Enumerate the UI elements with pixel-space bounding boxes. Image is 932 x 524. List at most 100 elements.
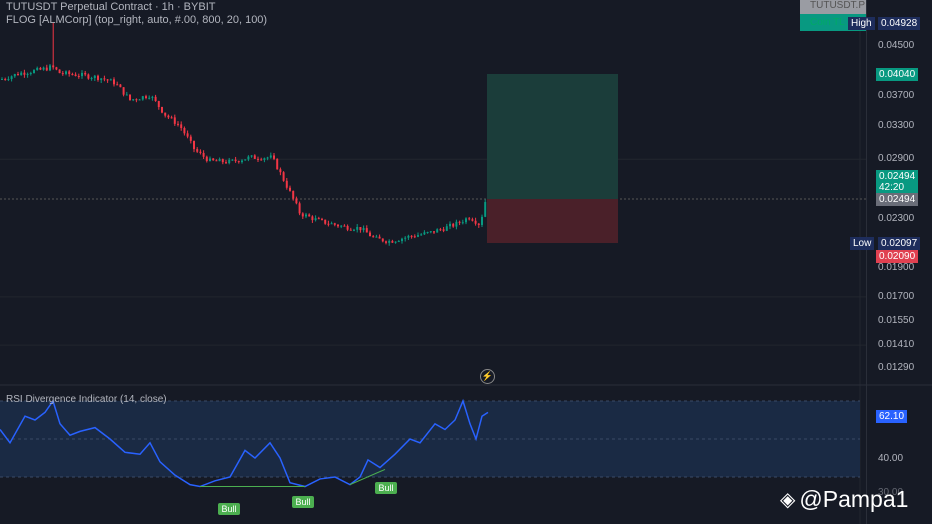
- candle-body: [308, 214, 311, 217]
- candle-body: [381, 238, 384, 242]
- candle-body: [247, 156, 250, 160]
- candle-body: [452, 223, 455, 227]
- price-tick: 0.01290: [878, 362, 915, 373]
- candle-body: [484, 202, 487, 217]
- low-value: 0.02097: [878, 237, 921, 250]
- candle-body: [170, 117, 173, 119]
- candle-body: [7, 79, 10, 81]
- symbol-badge: TUTUSDT.P: [800, 0, 866, 14]
- candle-body: [221, 159, 224, 163]
- candle-body: [26, 73, 29, 75]
- candle-body: [413, 236, 416, 238]
- watermark-text: @Pampa1: [799, 486, 909, 512]
- candle-body: [295, 198, 298, 204]
- candle-body: [20, 72, 23, 76]
- high-label: High: [848, 17, 875, 30]
- candle-body: [477, 223, 480, 225]
- candle-body: [391, 240, 394, 243]
- candle-body: [244, 159, 247, 161]
- candle-body: [401, 238, 403, 242]
- candle-body: [458, 221, 461, 223]
- candle-body: [180, 124, 183, 129]
- price-tick: 0.03700: [878, 90, 915, 102]
- chart-title: TUTUSDT Perpetual Contract · 1h · BYBIT: [6, 1, 216, 13]
- candle-body: [113, 79, 115, 85]
- candle-body: [55, 67, 58, 70]
- candle-body: [135, 99, 138, 101]
- candle-body: [266, 157, 269, 159]
- candle-body: [58, 69, 61, 74]
- candle-body: [65, 71, 67, 74]
- candle-body: [397, 241, 400, 243]
- candle-body: [164, 112, 167, 116]
- candle-body: [87, 74, 90, 79]
- candle-body: [183, 128, 186, 134]
- candle-body: [61, 73, 64, 75]
- candle-body: [426, 232, 429, 234]
- candle-body: [241, 160, 243, 163]
- candle-body: [161, 106, 163, 113]
- candle-body: [385, 241, 387, 243]
- candle-body: [263, 158, 266, 160]
- candle-body: [369, 232, 371, 237]
- candle-body: [39, 67, 42, 70]
- candle-body: [253, 155, 256, 159]
- candle-body: [29, 73, 32, 75]
- candle-body: [356, 227, 359, 230]
- candle-body: [407, 235, 410, 238]
- stop-zone: [487, 199, 618, 243]
- candle-body: [84, 72, 87, 75]
- candle-body: [4, 78, 7, 80]
- candle-body: [257, 158, 259, 160]
- candle-body: [109, 79, 112, 81]
- candle-body: [10, 76, 13, 80]
- candle-body: [349, 229, 352, 231]
- candle-body: [365, 228, 368, 233]
- candle-body: [17, 74, 19, 76]
- candle-body: [71, 74, 74, 76]
- price-tick: 0.01410: [878, 339, 915, 351]
- rsi-value: 62.10: [876, 410, 908, 423]
- candle-body: [273, 155, 275, 159]
- candle-body: [45, 67, 48, 71]
- candle-body: [42, 67, 45, 70]
- candle-body: [324, 219, 327, 224]
- price-tick: 0.03300: [878, 119, 915, 131]
- price-tick: 0.01900: [878, 262, 915, 274]
- price-chart[interactable]: Bull Bull Bull: [0, 0, 932, 524]
- candle-body: [353, 229, 355, 231]
- candle-body: [321, 218, 323, 220]
- candle-body: [36, 67, 39, 71]
- bar-countdown: 42:20: [879, 182, 905, 193]
- candle-body: [138, 99, 141, 101]
- bull-label: Bull: [295, 497, 310, 507]
- candle-body: [346, 225, 349, 230]
- candle-body: [193, 140, 195, 150]
- candle-body: [103, 78, 106, 80]
- candle-body: [429, 231, 432, 233]
- candle-body: [167, 115, 170, 118]
- candle-body: [218, 159, 221, 162]
- lightning-icon[interactable]: ⚡: [480, 369, 495, 384]
- candle-body: [49, 65, 51, 71]
- target-price-label: 0.04040: [876, 68, 919, 81]
- watermark: ◈ @Pampa1: [780, 486, 908, 513]
- indicator-legend[interactable]: FLOG [ALMCorp] (top_right, auto, #.00, 8…: [6, 14, 267, 26]
- candle-body: [279, 169, 282, 173]
- price-tick: 0.02300: [878, 212, 915, 224]
- candle-body: [106, 79, 109, 81]
- candle-body: [314, 218, 317, 221]
- candle-body: [305, 214, 307, 217]
- rsi-title[interactable]: RSI Divergence Indicator (14, close): [6, 394, 167, 405]
- price-tick: 0.04500: [878, 40, 915, 51]
- candle-body: [237, 161, 240, 163]
- candle-body: [202, 152, 205, 157]
- candle-body: [205, 156, 208, 162]
- candle-body: [13, 74, 16, 77]
- candle-body: [52, 65, 55, 68]
- candle-body: [90, 78, 93, 80]
- candle-body: [439, 229, 442, 231]
- candle-body: [468, 218, 471, 220]
- candle-body: [228, 159, 231, 164]
- candle-body: [417, 235, 419, 237]
